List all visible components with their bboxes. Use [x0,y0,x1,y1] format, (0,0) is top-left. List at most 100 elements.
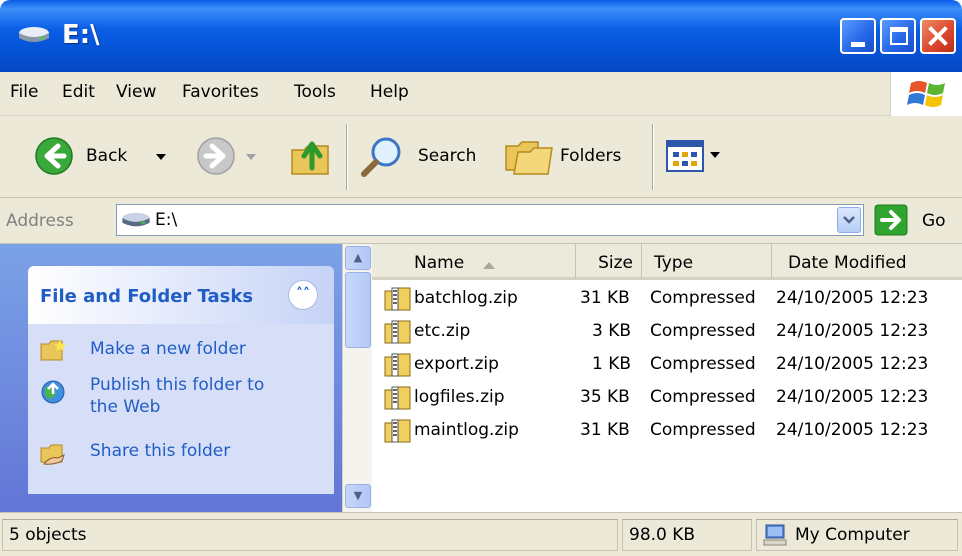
publish-web-icon [41,380,65,404]
status-objects-text: 5 objects [9,525,87,545]
menu-tools[interactable]: Tools [294,82,336,102]
back-button[interactable]: Back [34,136,184,176]
make-new-folder-task[interactable]: Make a new folder [28,336,334,364]
publish-folder-task[interactable]: Publish this folder to the Web [28,374,334,424]
status-size: 98.0 KB [622,519,752,551]
views-icon [666,140,704,172]
publish-folder-link-line1[interactable]: Publish this folder to [90,374,264,396]
file-row[interactable]: etc.zip 3 KB Compressed 24/10/2005 12:23 [372,317,962,349]
maximize-button[interactable] [880,18,916,54]
file-size: 31 KB [580,288,630,308]
up-folder-icon [291,141,329,175]
scroll-thumb[interactable] [345,272,371,348]
forward-dropdown-icon [246,154,256,160]
menu-file[interactable]: File [10,82,38,102]
file-modified: 24/10/2005 12:23 [776,321,929,341]
forward-button[interactable] [196,136,256,176]
file-modified: 24/10/2005 12:23 [776,420,929,440]
publish-folder-link-line2[interactable]: the Web [90,396,160,418]
file-type: Compressed [650,387,756,407]
make-new-folder-link[interactable]: Make a new folder [90,338,246,360]
minimize-icon [851,42,865,47]
menu-view[interactable]: View [116,82,156,102]
file-row[interactable]: maintlog.zip 31 KB Compressed 24/10/2005… [372,416,962,448]
file-modified: 24/10/2005 12:23 [776,387,929,407]
column-header-size[interactable]: Size [576,244,642,280]
windows-flag-icon [907,81,945,107]
address-input[interactable]: E:\ [116,204,864,236]
file-type: Compressed [650,420,756,440]
back-arrow-icon [35,137,73,175]
collapse-icon[interactable]: ˄˄ [288,280,318,310]
address-dropdown-button[interactable] [837,207,861,233]
share-folder-task[interactable]: Share this folder [28,438,334,466]
close-button[interactable] [920,18,956,54]
file-size: 3 KB [592,321,632,341]
file-name: batchlog.zip [414,288,518,308]
file-row[interactable]: logfiles.zip 35 KB Compressed 24/10/2005… [372,383,962,415]
up-button[interactable] [290,134,334,178]
search-label: Search [418,146,477,166]
chevron-down-icon [843,216,855,224]
minimize-button[interactable] [840,18,876,54]
menu-help[interactable]: Help [370,82,409,102]
address-bar: Address E:\ Go [0,198,962,244]
zip-folder-icon [384,287,411,311]
forward-arrow-icon [197,137,235,175]
file-row[interactable]: export.zip 1 KB Compressed 24/10/2005 12… [372,350,962,382]
folders-button[interactable]: Folders [504,134,644,178]
scroll-down-button[interactable]: ▼ [345,484,371,508]
go-label: Go [922,211,946,231]
sort-ascending-icon [483,262,495,269]
file-list: Name Size Type Date Modified batchlog.zi… [372,244,962,512]
window-title: E:\ [62,20,100,50]
folders-icon [505,141,553,175]
address-label: Address [6,211,74,231]
task-panel-header[interactable]: File and Folder Tasks ˄˄ [28,266,334,324]
maximize-icon [890,27,908,45]
menu-bar: File Edit View Favorites Tools Help [0,72,962,116]
drive-icon [19,27,49,42]
go-arrow-icon [874,204,908,236]
zip-folder-icon [384,386,411,410]
file-row[interactable]: batchlog.zip 31 KB Compressed 24/10/2005… [372,284,962,316]
back-dropdown-icon[interactable] [156,154,166,160]
file-size: 35 KB [580,387,630,407]
search-button[interactable]: Search [360,134,490,178]
folders-label: Folders [560,146,622,166]
share-folder-link[interactable]: Share this folder [90,440,230,462]
zip-folder-icon [384,353,411,377]
column-header-date-modified[interactable]: Date Modified [772,244,962,280]
new-folder-icon [40,340,66,361]
menu-favorites[interactable]: Favorites [182,82,259,102]
toolbar: Back Search Folders [0,116,962,198]
menu-edit[interactable]: Edit [62,82,95,102]
column-size-label: Size [598,253,633,273]
status-location: My Computer [756,519,958,551]
task-pane: File and Folder Tasks ˄˄ Make a new fold… [0,244,342,512]
scroll-up-button[interactable]: ▲ [345,246,371,270]
status-size-text: 98.0 KB [629,525,696,545]
column-modified-label: Date Modified [788,253,907,273]
file-modified: 24/10/2005 12:23 [776,288,929,308]
share-folder-icon [40,444,65,465]
file-modified: 24/10/2005 12:23 [776,354,929,374]
file-name: export.zip [414,354,499,374]
file-name: maintlog.zip [414,420,519,440]
close-icon [928,26,948,46]
file-folder-tasks-panel: File and Folder Tasks ˄˄ Make a new fold… [28,266,334,494]
file-name: logfiles.zip [414,387,505,407]
task-pane-scrollbar[interactable]: ▲ ▼ [342,244,372,512]
title-bar[interactable]: E:\ [0,0,962,72]
status-bar: 5 objects 98.0 KB My Computer [0,512,962,556]
column-header-name[interactable]: Name [372,244,576,280]
views-button[interactable] [666,140,736,174]
file-size: 31 KB [580,420,630,440]
views-dropdown-icon[interactable] [710,152,720,158]
column-type-label: Type [654,253,694,273]
task-panel-title: File and Folder Tasks [40,286,254,307]
my-computer-icon [763,524,787,546]
back-label: Back [86,146,128,166]
file-name: etc.zip [414,321,471,341]
column-header-type[interactable]: Type [642,244,772,280]
